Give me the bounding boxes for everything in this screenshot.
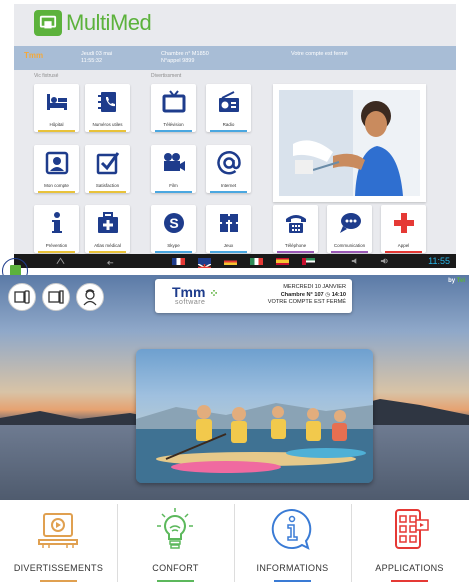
- lightbulb-icon: [151, 505, 199, 553]
- tile-hopital[interactable]: Hôpital: [34, 84, 79, 132]
- tile-internet[interactable]: Internet: [206, 145, 251, 193]
- system-clock: 11:55: [428, 256, 450, 266]
- tile-underline: [38, 130, 75, 132]
- skype-icon: S: [160, 209, 188, 237]
- tile-prevention[interactable]: Prévention: [34, 205, 79, 253]
- telephone-icon: [282, 209, 310, 237]
- header-bar: Tmm Jeudi 03 mai 11:55:32 Chambre n° M18…: [14, 46, 456, 70]
- menu-applications[interactable]: APPLICATIONS: [351, 500, 468, 588]
- tv-remote-button[interactable]: [8, 283, 36, 311]
- volume-down-icon[interactable]: [350, 257, 359, 265]
- menu-informations[interactable]: INFORMATIONS: [234, 500, 351, 588]
- tile-underline: [210, 130, 247, 132]
- account-icon: [43, 149, 71, 177]
- tile-underline: [38, 191, 75, 193]
- tile-television[interactable]: Télévision: [151, 84, 196, 132]
- tile-underline: [155, 130, 192, 132]
- paddleboard-photo: [136, 349, 373, 483]
- multimed-screen: MultiMed Tmm Jeudi 03 mai 11:55:32 Chamb…: [14, 4, 456, 268]
- red-cross-icon: [390, 209, 418, 237]
- section-label-right: Divertissment: [151, 73, 182, 79]
- vaccination-photo: [273, 84, 426, 202]
- tv-remote-icon: [14, 290, 30, 304]
- clock-icon: ◷: [325, 291, 331, 298]
- menu-underline: [391, 580, 428, 582]
- info-card: Tmm ⁘ software MERCREDI 10 JANVIER Chamb…: [155, 279, 352, 313]
- multimed-logo-icon: [34, 10, 62, 36]
- tile-underline: [89, 191, 126, 193]
- entertainment-icon: [34, 505, 82, 553]
- tile-atlas-medical[interactable]: Atlas médical: [85, 205, 130, 253]
- menu-underline: [40, 580, 77, 582]
- puzzle-icon: [215, 209, 243, 237]
- tile-communication[interactable]: Communication: [327, 205, 372, 253]
- account-status: Votre compte est fermé: [291, 51, 348, 57]
- tile-underline: [277, 251, 314, 253]
- menu-divertissements[interactable]: DIVERTISSEMENTS: [0, 500, 117, 588]
- tile-underline: [38, 251, 75, 253]
- system-navbar: 11:55: [14, 254, 456, 268]
- section-label-left: Vic fixtrusé: [34, 73, 59, 79]
- phone-book-icon: [94, 88, 122, 116]
- volume-up-icon[interactable]: [380, 257, 389, 265]
- tmm-logo-sub: software: [175, 299, 206, 306]
- tmm-logo: Tmm ⁘: [172, 284, 219, 300]
- tile-underline: [331, 251, 368, 253]
- video-camera-icon: [160, 149, 188, 177]
- patient-info: MERCREDI 10 JANVIER Chambre N° 107 ◷ 14:…: [267, 284, 346, 305]
- tile-satisfaction[interactable]: Satisfaction: [85, 145, 130, 193]
- tmm-home-screen: Tmm ⁘ software MERCREDI 10 JANVIER Chamb…: [0, 275, 469, 588]
- tile-radio[interactable]: Radio: [206, 84, 251, 132]
- tile-underline: [89, 130, 126, 132]
- main-menu: DIVERTISSEMENTS CONFORT INFORMATIONS APP…: [0, 500, 469, 588]
- tile-underline: [210, 251, 247, 253]
- app-title: MultiMed: [66, 10, 152, 35]
- radio-icon: [215, 88, 243, 116]
- nurse-call-button[interactable]: [76, 283, 104, 311]
- provider-credit: by Tel: [448, 278, 465, 284]
- media-button[interactable]: [42, 283, 70, 311]
- tv-icon: [160, 88, 188, 116]
- flag-it-icon[interactable]: [250, 258, 263, 265]
- tmm-logo: Tmm: [24, 51, 44, 60]
- chat-icon: [336, 209, 364, 237]
- tile-underline: [89, 251, 126, 253]
- at-sign-icon: [215, 149, 243, 177]
- back-icon[interactable]: [106, 257, 115, 265]
- info-circle-icon: [268, 505, 316, 553]
- hospital-bed-icon: [43, 88, 71, 116]
- app-logo: MultiMed: [34, 8, 152, 38]
- tile-mon-compte[interactable]: Mon compte: [34, 145, 79, 193]
- menu-confort[interactable]: CONFORT: [117, 500, 234, 588]
- apps-icon: [385, 505, 433, 553]
- medical-kit-icon: [94, 209, 122, 237]
- tile-underline: [155, 251, 192, 253]
- tile-numeros-utiles[interactable]: Numéros utiles: [85, 84, 130, 132]
- composite-screenshot: MultiMed Tmm Jeudi 03 mai 11:55:32 Chamb…: [0, 0, 469, 588]
- tile-underline: [155, 191, 192, 193]
- tile-appel[interactable]: Appel: [381, 205, 426, 253]
- flag-ae-icon[interactable]: [302, 258, 315, 265]
- flag-es-icon[interactable]: [276, 258, 289, 265]
- tile-skype[interactable]: S Skype: [151, 205, 196, 253]
- nurse-icon: [83, 289, 97, 306]
- menu-underline: [274, 580, 311, 582]
- flag-uk-icon[interactable]: [197, 258, 212, 268]
- room-info: Chambre n° M1850 N°appel 9899: [161, 51, 209, 64]
- media-device-icon: [48, 290, 64, 304]
- home-icon[interactable]: [56, 257, 65, 265]
- tile-film[interactable]: Film: [151, 145, 196, 193]
- date-time: Jeudi 03 mai 11:55:32: [81, 51, 113, 64]
- checkbox-icon: [94, 149, 122, 177]
- tile-telephone[interactable]: Téléphone: [273, 205, 318, 253]
- tile-jeux[interactable]: Jeux: [206, 205, 251, 253]
- tile-underline: [210, 191, 247, 193]
- tile-underline: [385, 251, 422, 253]
- menu-underline: [157, 580, 194, 582]
- info-icon: [43, 209, 71, 237]
- flag-fr-icon[interactable]: [172, 258, 185, 265]
- flag-de-icon[interactable]: [224, 258, 237, 265]
- svg-text:S: S: [169, 215, 178, 231]
